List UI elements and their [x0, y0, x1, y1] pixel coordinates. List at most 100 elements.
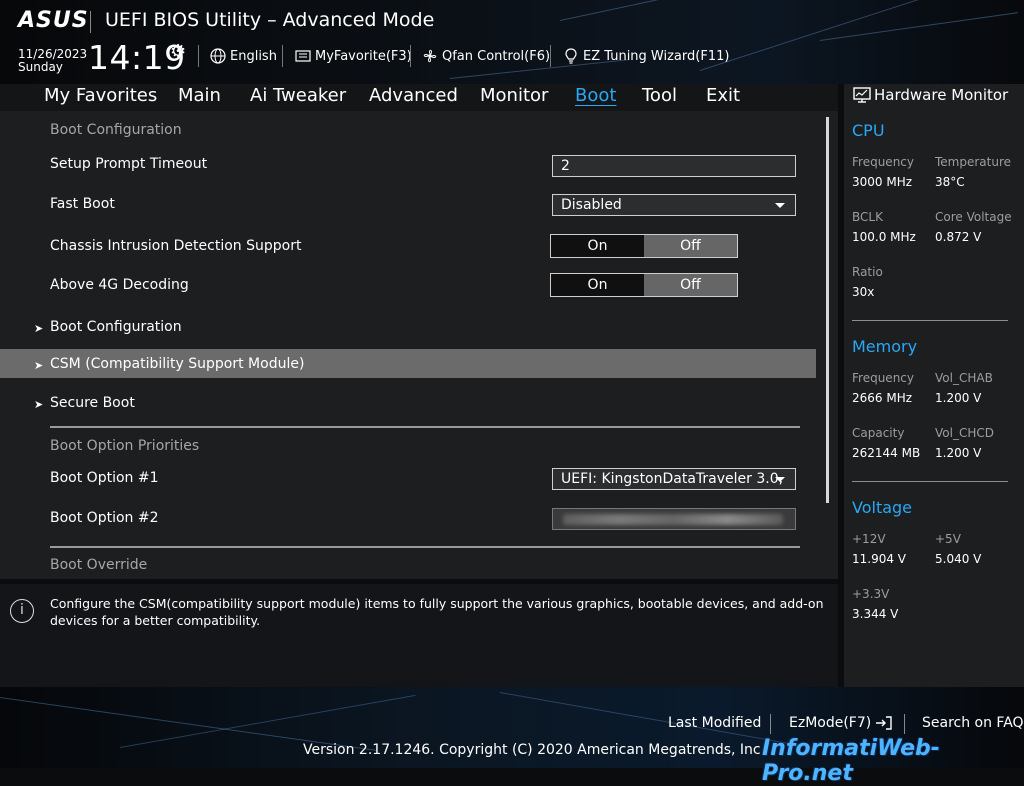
submenu-csm[interactable]: CSM (Compatibility Support Module): [50, 356, 304, 372]
submenu-arrow-icon: ➤: [34, 398, 44, 411]
v5-value: 5.040 V: [935, 552, 982, 566]
search-faq-button[interactable]: Search on FAQ: [922, 715, 1024, 731]
lightbulb-icon: [565, 48, 577, 64]
redacted-value: [563, 514, 783, 525]
submenu-boot-configuration[interactable]: Boot Configuration: [50, 319, 182, 335]
tab-main[interactable]: Main: [178, 85, 221, 106]
fast-boot-value: Disabled: [561, 197, 622, 213]
info-icon: i: [10, 599, 34, 623]
watermark: InformatiWeb-Pro.net: [762, 736, 940, 786]
last-modified-button[interactable]: Last Modified: [668, 715, 761, 731]
fast-boot-select[interactable]: Disabled: [552, 194, 796, 216]
fast-boot-label: Fast Boot: [50, 196, 115, 212]
v12-value: 11.904 V: [852, 552, 907, 566]
ratio-label: Ratio: [852, 265, 883, 279]
toggle-off-option[interactable]: Off: [644, 235, 737, 257]
gear-icon[interactable]: ⚙: [170, 41, 186, 62]
myfavorite-label: MyFavorite(F3): [315, 48, 412, 64]
tab-tool[interactable]: Tool: [642, 85, 677, 106]
exit-arrow-icon: [876, 716, 892, 730]
cpu-temperature-value: 38°C: [935, 175, 965, 189]
setup-prompt-timeout-label: Setup Prompt Timeout: [50, 156, 208, 172]
tab-ai-tweaker[interactable]: Ai Tweaker: [250, 85, 346, 106]
boot-option-1-select[interactable]: UEFI: KingstonDataTraveler 3.0,: [552, 468, 796, 490]
favorite-list-icon: [295, 50, 311, 62]
v33-value: 3.344 V: [852, 607, 899, 621]
memory-frequency-label: Frequency: [852, 371, 914, 385]
footer-divider: [770, 714, 771, 734]
above-4g-toggle[interactable]: On Off: [550, 273, 738, 297]
section-boot-configuration: Boot Configuration: [50, 122, 182, 138]
tab-boot[interactable]: Boot: [575, 85, 616, 106]
asus-logo: ASUS: [18, 8, 89, 33]
tab-exit[interactable]: Exit: [706, 85, 740, 106]
core-voltage-value: 0.872 V: [935, 230, 982, 244]
language-button[interactable]: English: [210, 48, 277, 64]
chassis-intrusion-toggle[interactable]: On Off: [550, 234, 738, 258]
capacity-label: Capacity: [852, 426, 905, 440]
globe-icon: [210, 48, 226, 64]
vol-chcd-value: 1.200 V: [935, 446, 982, 460]
bclk-value: 100.0 MHz: [852, 230, 916, 244]
boot-option-2-select[interactable]: [552, 508, 796, 530]
setup-prompt-timeout-input[interactable]: 2: [552, 155, 796, 177]
vol-chab-label: Vol_CHAB: [935, 371, 993, 385]
section-boot-override: Boot Override: [50, 557, 148, 573]
logo-divider: [90, 11, 91, 33]
capacity-value: 262144 MB: [852, 446, 921, 460]
core-voltage-label: Core Voltage: [935, 210, 1012, 224]
chassis-intrusion-label: Chassis Intrusion Detection Support: [50, 238, 302, 254]
myfavorite-button[interactable]: MyFavorite(F3): [295, 48, 412, 64]
section-boot-option-priorities: Boot Option Priorities: [50, 438, 200, 454]
scrollbar[interactable]: [826, 117, 829, 503]
vol-chab-value: 1.200 V: [935, 391, 982, 405]
monitor-divider: [852, 481, 1008, 482]
toggle-on-option[interactable]: On: [551, 274, 644, 296]
tab-my-favorites[interactable]: My Favorites: [44, 85, 157, 106]
submenu-arrow-icon: ➤: [34, 322, 44, 335]
chevron-down-icon: [775, 203, 785, 208]
vol-chcd-label: Vol_CHCD: [935, 426, 994, 440]
hardware-monitor-title: Hardware Monitor: [853, 86, 1008, 104]
ezmode-label: EzMode(F7): [789, 715, 872, 731]
cpu-frequency-label: Frequency: [852, 155, 914, 169]
tab-advanced[interactable]: Advanced: [369, 85, 458, 106]
copyright-text: Version 2.17.1246. Copyright (C) 2020 Am…: [303, 742, 766, 758]
submenu-secure-boot[interactable]: Secure Boot: [50, 395, 135, 411]
v12-label: +12V: [852, 532, 886, 546]
monitor-icon: [853, 87, 871, 103]
qfan-button[interactable]: Qfan Control(F6): [422, 48, 550, 64]
section-divider: [50, 546, 800, 548]
monitor-divider: [852, 320, 1008, 321]
section-divider: [50, 426, 800, 428]
ez-tuning-label: EZ Tuning Wizard(F11): [583, 48, 730, 64]
v5-label: +5V: [935, 532, 961, 546]
date-display: 11/26/2023 Sunday: [18, 48, 87, 74]
boot-option-1-label: Boot Option #1: [50, 470, 159, 486]
toggle-on-option[interactable]: On: [551, 235, 644, 257]
hardware-monitor-label: Hardware Monitor: [874, 86, 1009, 104]
day-text: Sunday: [18, 60, 63, 74]
language-label: English: [230, 48, 277, 64]
submenu-arrow-icon: ➤: [34, 359, 44, 372]
v33-label: +3.3V: [852, 587, 890, 601]
cpu-frequency-value: 3000 MHz: [852, 175, 913, 189]
bclk-label: BCLK: [852, 210, 883, 224]
above-4g-label: Above 4G Decoding: [50, 277, 189, 293]
memory-heading: Memory: [852, 337, 918, 356]
header-divider: [550, 45, 551, 67]
cpu-temperature-label: Temperature: [935, 155, 1012, 169]
ezmode-button[interactable]: EzMode(F7): [789, 715, 893, 731]
ez-tuning-button[interactable]: EZ Tuning Wizard(F11): [563, 48, 729, 64]
boot-option-1-value: UEFI: KingstonDataTraveler 3.0,: [561, 471, 784, 487]
ratio-value: 30x: [852, 285, 875, 299]
voltage-heading: Voltage: [852, 498, 913, 517]
qfan-label: Qfan Control(F6): [442, 48, 551, 64]
fan-icon: [423, 49, 437, 63]
help-text: Configure the CSM(compatibility support …: [50, 596, 824, 628]
chevron-down-icon: [775, 477, 785, 482]
header-divider: [410, 45, 411, 67]
boot-option-2-label: Boot Option #2: [50, 510, 159, 526]
tab-monitor[interactable]: Monitor: [480, 85, 548, 106]
toggle-off-option[interactable]: Off: [644, 274, 737, 296]
